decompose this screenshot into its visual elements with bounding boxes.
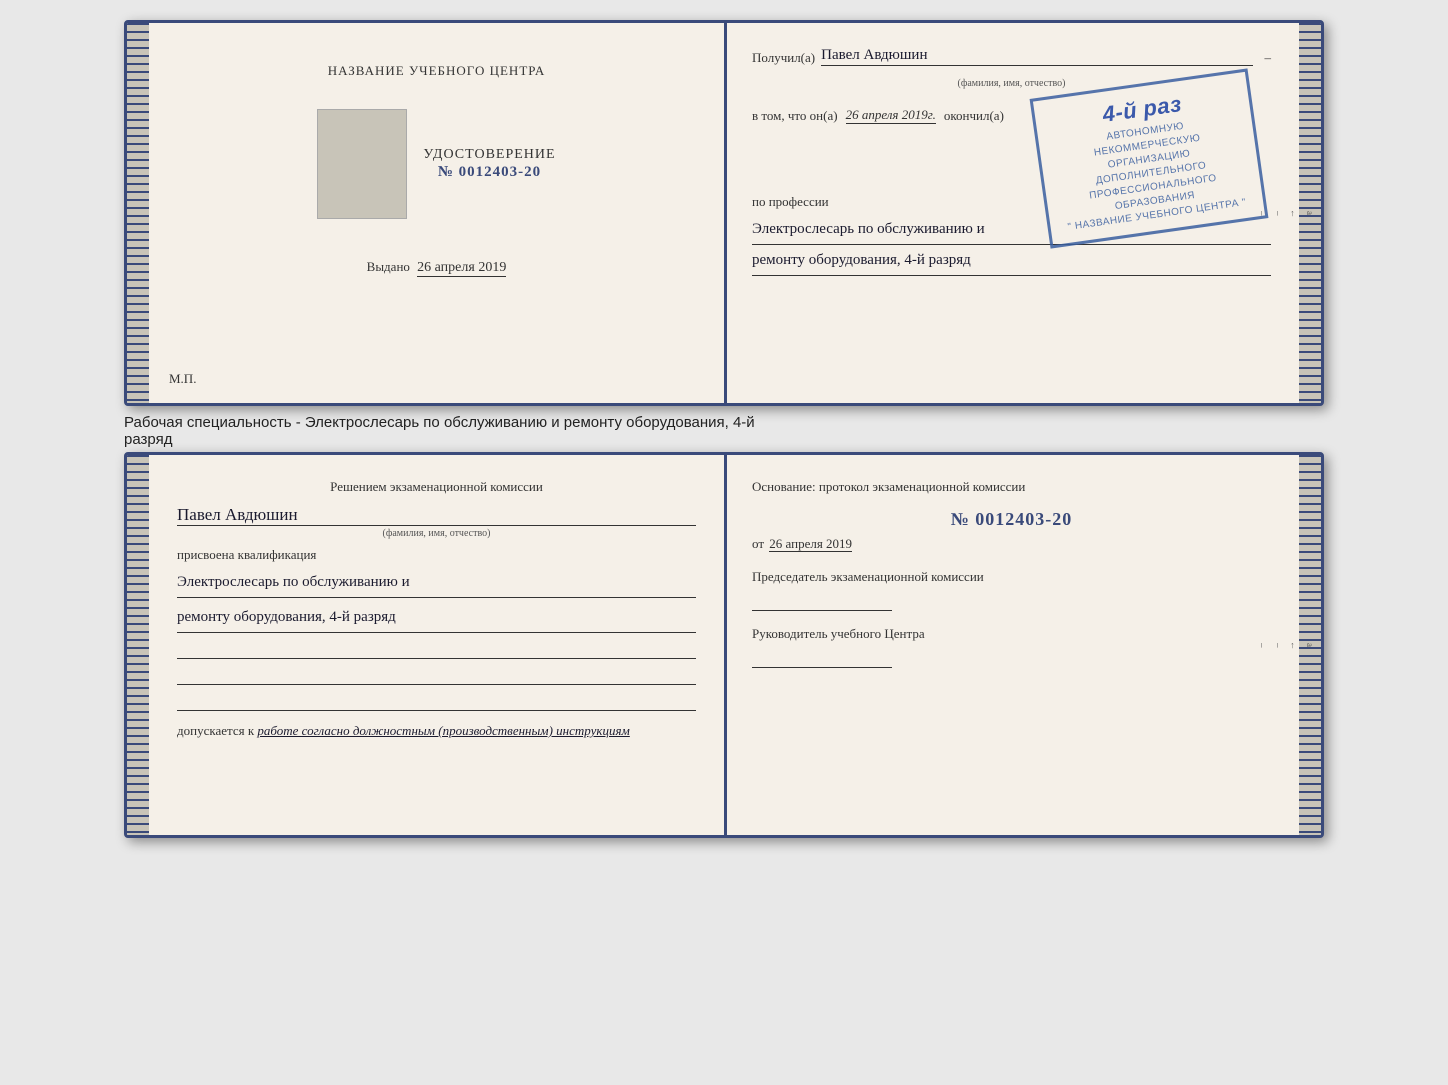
basis-date: от 26 апреля 2019: [752, 536, 1271, 552]
issued-date: 26 апреля 2019: [417, 260, 506, 277]
photo-placeholder: [317, 109, 407, 219]
head-label: Руководитель учебного Центра: [752, 625, 1271, 643]
spine-right-bottom: – – и а ← – –: [1299, 455, 1321, 835]
bottom-page-right: Основание: протокол экзаменационной коми…: [724, 455, 1299, 835]
spine-left-top: [127, 23, 149, 403]
page-left-top: НАЗВАНИЕ УЧЕБНОГО ЦЕНТРА УДОСТОВЕРЕНИЕ №…: [149, 23, 724, 403]
empty-line-1: [177, 637, 696, 659]
person-name-top: Павел Авдюшин: [821, 47, 1252, 66]
desc-line2: разряд: [124, 431, 172, 448]
description-text: Рабочая специальность - Электрослесарь п…: [124, 414, 1324, 448]
received-label: Получил(а): [752, 50, 815, 66]
mp-label: М.П.: [169, 371, 196, 387]
admitted-label: допускается к работе согласно должностны…: [177, 723, 696, 739]
cert-label: УДОСТОВЕРЕНИЕ: [423, 147, 555, 163]
received-field: Получил(а) Павел Авдюшин –: [752, 47, 1271, 66]
empty-line-2: [177, 663, 696, 685]
profession-line2-top: ремонту оборудования, 4-й разряд: [752, 245, 1271, 276]
spine-left-bottom: [127, 455, 149, 835]
assigned-label: присвоена квалификация: [177, 547, 696, 563]
chairman-signature-line: [752, 610, 892, 611]
admitted-text: работе согласно должностным (производств…: [257, 723, 629, 738]
bottom-booklet: Решением экзаменационной комиссии Павел …: [124, 452, 1324, 838]
stamp-overlay: 4-й раз АВТОНОМНУЮ НЕКОММЕРЧЕСКУЮ ОРГАНИ…: [1030, 68, 1269, 248]
decision-label: Решением экзаменационной комиссии: [177, 479, 696, 495]
in-that-label: в том, что он(а): [752, 108, 838, 124]
date-label-top: 26 апреля 2019г.: [846, 107, 936, 124]
name-hint-bottom: (фамилия, имя, отчество): [177, 528, 696, 539]
qual-line2: ремонту оборудования, 4-й разряд: [177, 602, 696, 633]
qual-line1: Электрослесарь по обслуживанию и: [177, 567, 696, 598]
person-name-bottom: Павел Авдюшин: [177, 505, 696, 526]
chairman-label: Председатель экзаменационной комиссии: [752, 568, 1271, 586]
empty-line-3: [177, 689, 696, 711]
document-wrapper: НАЗВАНИЕ УЧЕБНОГО ЦЕНТРА УДОСТОВЕРЕНИЕ №…: [124, 20, 1324, 838]
center-title-top: НАЗВАНИЕ УЧЕБНОГО ЦЕНТРА: [328, 63, 545, 79]
basis-label: Основание: протокол экзаменационной коми…: [752, 479, 1271, 495]
page-right-top: Получил(а) Павел Авдюшин – (фамилия, имя…: [724, 23, 1299, 403]
issued-line: Выдано 26 апреля 2019: [367, 259, 507, 276]
finished-label: окончил(а): [944, 108, 1004, 124]
top-booklet: НАЗВАНИЕ УЧЕБНОГО ЦЕНТРА УДОСТОВЕРЕНИЕ №…: [124, 20, 1324, 406]
cert-number: № 0012403-20: [438, 164, 541, 180]
bottom-page-left: Решением экзаменационной комиссии Павел …: [149, 455, 724, 835]
basis-number: № 0012403-20: [752, 509, 1271, 530]
basis-date-value: 26 апреля 2019: [769, 536, 852, 552]
desc-line1: Рабочая специальность - Электрослесарь п…: [124, 414, 755, 431]
head-signature-line: [752, 667, 892, 668]
cert-title-block: УДОСТОВЕРЕНИЕ № 0012403-20: [423, 147, 555, 181]
spine-right-top: – – и а ← – –: [1299, 23, 1321, 403]
